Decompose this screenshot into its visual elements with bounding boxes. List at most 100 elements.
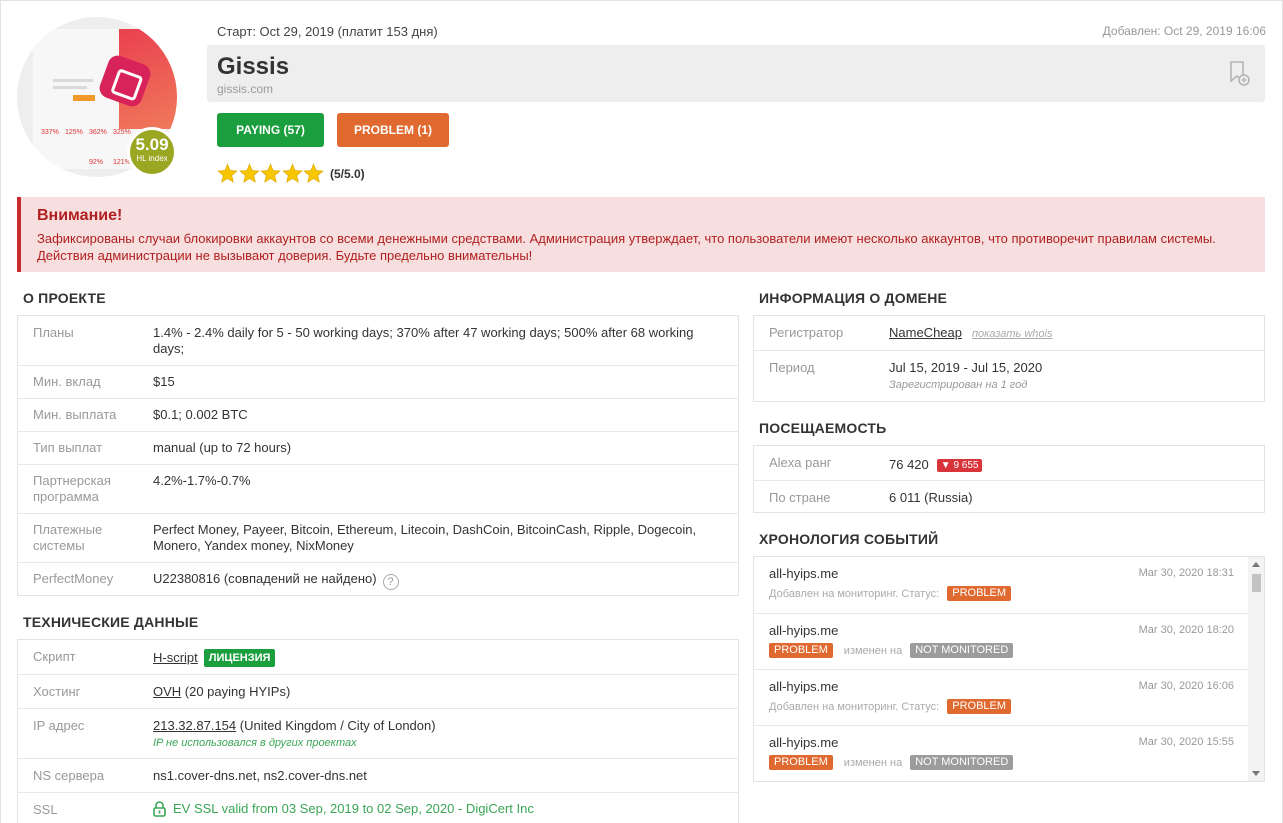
table-row: Партнерская программа 4.2%-1.7%-0.7% [18, 464, 738, 513]
license-badge: ЛИЦЕНЗИЯ [203, 649, 276, 667]
status-badge-problem: PROBLEM [769, 755, 833, 770]
hl-index-badge: 5.09 HL index [127, 127, 177, 177]
star-icon [217, 162, 238, 183]
section-title-tech: ТЕХНИЧЕСКИЕ ДАННЫЕ [23, 614, 199, 630]
start-date: Старт: Oct 29, 2019 (платит 153 дня) [217, 24, 438, 39]
period-label: Период [769, 360, 815, 375]
hl-index-value: 5.09 [135, 135, 169, 154]
alexa-value: 76 420 [889, 457, 929, 472]
min-payout-label: Мин. выплата [33, 407, 117, 422]
event-prefix: Добавлен на мониторинг. Статус: [769, 587, 940, 600]
script-value-wrap: H-script ЛИЦЕНЗИЯ [153, 649, 276, 667]
status-badge-not-monitored: NOT MONITORED [910, 643, 1014, 658]
payments-value: Perfect Money, Payeer, Bitcoin, Ethereum… [153, 522, 697, 553]
country-value: 6 011 (Russia) [889, 490, 973, 505]
registrar-value-wrap: NameCheap показать whois [889, 325, 1052, 342]
scroll-up-icon[interactable] [1252, 562, 1260, 567]
warning-text: Зафиксированы случаи блокировки аккаунто… [37, 231, 1216, 263]
added-date: Добавлен: Oct 29, 2019 16:06 [1102, 24, 1266, 38]
event-date: Mar 30, 2020 15:55 [1138, 736, 1234, 748]
lock-icon [153, 801, 166, 817]
screenshot-line [53, 86, 87, 89]
project-title-box: Gissis gissis.com [207, 45, 1265, 102]
section-title-project: О ПРОЕКТЕ [23, 290, 106, 306]
scrollbar-thumb[interactable] [1252, 574, 1261, 592]
table-row: Скрипт H-script ЛИЦЕНЗИЯ [18, 640, 738, 674]
script-link[interactable]: H-script [153, 650, 198, 665]
ip-value-wrap: 213.32.87.154 (United Kingdom / City of … [153, 718, 436, 751]
registrar-link[interactable]: NameCheap [889, 325, 962, 340]
table-row: PerfectMoney U22380816 (совпадений не на… [18, 562, 738, 595]
status-badge-problem: PROBLEM [769, 643, 833, 658]
event-source: all-hyips.me [769, 735, 839, 750]
hosting-value-wrap: OVH (20 paying HYIPs) [153, 684, 290, 700]
project-domain[interactable]: gissis.com [217, 82, 273, 96]
event-description: Добавлен на мониторинг. Статус: PROBLEM [769, 586, 1012, 601]
perfectmoney-label: PerfectMoney [33, 571, 114, 586]
section-title-domain: ИНФОРМАЦИЯ О ДОМЕНЕ [759, 290, 948, 306]
timeline-list[interactable]: all-hyips.me Mar 30, 2020 18:31 Добавлен… [753, 556, 1265, 782]
plans-value: 1.4% - 2.4% daily for 5 - 50 working day… [153, 325, 694, 356]
list-item: all-hyips.me Mar 30, 2020 15:55 PROBLEM и… [754, 725, 1248, 781]
event-description: PROBLEM изменен на NOT MONITORED [769, 755, 1014, 770]
ssl-value: EV SSL valid from 03 Sep, 2019 to 02 Sep… [173, 801, 534, 816]
hosting-link[interactable]: OVH [153, 684, 181, 699]
event-source: all-hyips.me [769, 623, 839, 638]
bookmark-add-icon[interactable] [1229, 61, 1251, 87]
min-deposit-value: $15 [153, 374, 175, 389]
event-description: Добавлен на мониторинг. Статус: PROBLEM [769, 699, 1012, 714]
warning-title: Внимание! [37, 207, 123, 224]
table-row: Тип выплат manual (up to 72 hours) [18, 431, 738, 464]
question-circle-icon[interactable]: ? [382, 574, 399, 590]
star-icon [260, 162, 281, 183]
screenshot-stat: 337% [41, 129, 59, 136]
rating-text: (5/5.0) [330, 167, 365, 181]
screenshot-stat: 125% [65, 129, 83, 136]
period-note: Зарегистрирован на 1 год [889, 379, 1028, 391]
event-source: all-hyips.me [769, 566, 839, 581]
alexa-label: Alexa ранг [769, 455, 832, 470]
scroll-down-icon[interactable] [1252, 771, 1260, 776]
warning-box: Внимание! Зафиксированы случаи блокировк… [17, 197, 1265, 272]
period-value-wrap: Jul 15, 2019 - Jul 15, 2020 Зарегистриро… [889, 360, 1042, 393]
payout-type-label: Тип выплат [33, 440, 103, 455]
event-middle: изменен на [843, 756, 903, 769]
ip-link[interactable]: 213.32.87.154 [153, 718, 236, 733]
table-row: IP адрес 213.32.87.154 (United Kingdom /… [18, 708, 738, 758]
table-row: NS сервера ns1.cover-dns.net, ns2.cover-… [18, 758, 738, 792]
screenshot-button [73, 95, 95, 101]
table-row: Alexa ранг 76 420 ▼ 9 655 [754, 446, 1264, 480]
table-row: Мин. вклад $15 [18, 365, 738, 398]
script-label: Скрипт [33, 649, 76, 664]
problem-button[interactable]: PROBLEM (1) [337, 113, 449, 147]
rating-stars [217, 162, 325, 184]
list-item: all-hyips.me Mar 30, 2020 16:06 Добавлен… [754, 669, 1248, 725]
hosting-extra: (20 paying HYIPs) [181, 684, 291, 699]
traffic-table: Alexa ранг 76 420 ▼ 9 655 По стране 6 011… [753, 445, 1265, 513]
event-middle: изменен на [843, 644, 903, 657]
section-title-timeline: ХРОНОЛОГИЯ СОБЫТИЙ [759, 531, 939, 547]
star-icon [281, 162, 303, 183]
timeline-scrollbar[interactable] [1248, 557, 1264, 781]
ns-value: ns1.cover-dns.net, ns2.cover-dns.net [153, 768, 367, 783]
status-badge-not-monitored: NOT MONITORED [910, 755, 1014, 770]
project-table: Планы 1.4% - 2.4% daily for 5 - 50 worki… [17, 315, 739, 596]
screenshot-stat: 362% [89, 129, 107, 136]
project-title: Gissis [217, 53, 290, 80]
alexa-delta-badge: ▼ 9 655 [936, 459, 983, 472]
domain-table: Регистратор NameCheap показать whois Пери… [753, 315, 1265, 402]
hosting-label: Хостинг [33, 684, 81, 699]
table-row: Регистратор NameCheap показать whois [754, 316, 1264, 350]
ns-label: NS сервера [33, 768, 105, 783]
section-title-traffic: ПОСЕЩАЕМОСТЬ [759, 420, 887, 436]
paying-button[interactable]: PAYING (57) [217, 113, 324, 147]
min-payout-value: $0.1; 0.002 BTC [153, 407, 248, 422]
whois-link[interactable]: показать whois [972, 328, 1052, 340]
registrar-label: Регистратор [769, 325, 844, 340]
hl-index-label: HL index [136, 154, 168, 163]
event-date: Mar 30, 2020 18:31 [1138, 567, 1234, 579]
screenshot-stat: 325% [113, 129, 131, 136]
perfectmoney-value-wrap: U22380816 (совпадений не найдено)? [153, 571, 399, 590]
perfectmoney-value: U22380816 (совпадений не найдено) [153, 571, 377, 586]
ip-note: IP не использовался в других проектах [153, 737, 357, 749]
